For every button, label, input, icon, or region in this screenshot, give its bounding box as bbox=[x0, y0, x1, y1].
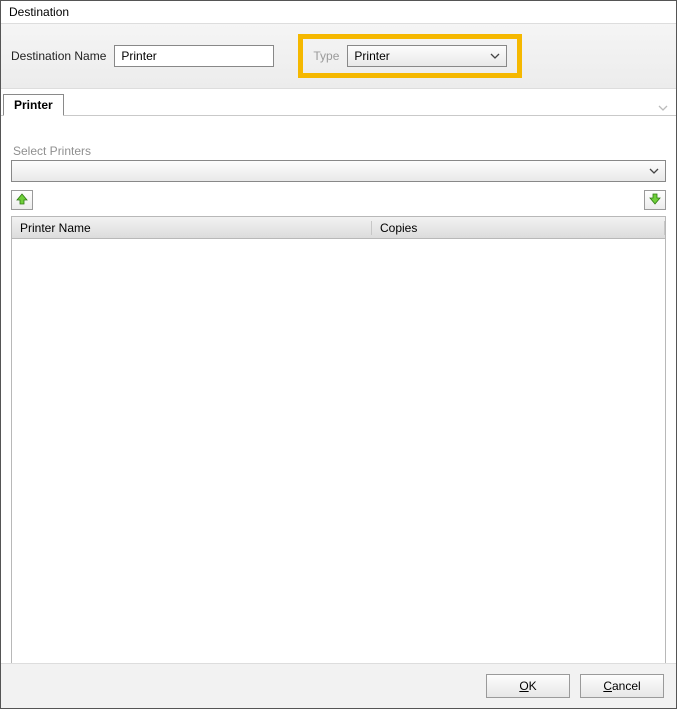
chevron-down-icon bbox=[649, 168, 659, 174]
type-select-value: Printer bbox=[354, 49, 389, 63]
tab-printer[interactable]: Printer bbox=[3, 94, 64, 116]
dialog-footer: OK Cancel bbox=[1, 663, 676, 708]
cancel-button[interactable]: Cancel bbox=[580, 674, 664, 698]
type-label: Type bbox=[313, 49, 339, 63]
grid-header: Printer Name Copies bbox=[12, 217, 665, 239]
tab-content: Select Printers bbox=[1, 116, 676, 676]
destination-name-label: Destination Name bbox=[11, 49, 106, 63]
move-up-button[interactable] bbox=[11, 190, 33, 210]
chevron-down-icon bbox=[490, 53, 500, 59]
destination-name-input[interactable] bbox=[114, 45, 274, 67]
column-copies[interactable]: Copies bbox=[372, 221, 665, 235]
cancel-button-label: Cancel bbox=[603, 679, 640, 693]
select-printers-dropdown[interactable] bbox=[11, 160, 666, 182]
arrow-up-icon bbox=[16, 193, 28, 208]
type-group-highlight: Type Printer bbox=[298, 34, 522, 78]
ok-button[interactable]: OK bbox=[486, 674, 570, 698]
arrow-down-icon bbox=[649, 193, 661, 208]
window-title: Destination bbox=[1, 1, 676, 23]
select-printers-label: Select Printers bbox=[13, 144, 666, 158]
printers-grid: Printer Name Copies bbox=[11, 216, 666, 666]
ok-button-label: OK bbox=[519, 679, 536, 693]
tabstrip: Printer bbox=[1, 93, 676, 116]
header-row: Destination Name Type Printer bbox=[1, 23, 676, 89]
move-down-button[interactable] bbox=[644, 190, 666, 210]
destination-dialog: Destination Destination Name Type Printe… bbox=[0, 0, 677, 709]
column-printer-name[interactable]: Printer Name bbox=[12, 221, 372, 235]
reorder-row bbox=[11, 190, 666, 210]
tabstrip-expand-icon[interactable] bbox=[652, 101, 674, 115]
type-select[interactable]: Printer bbox=[347, 45, 507, 67]
